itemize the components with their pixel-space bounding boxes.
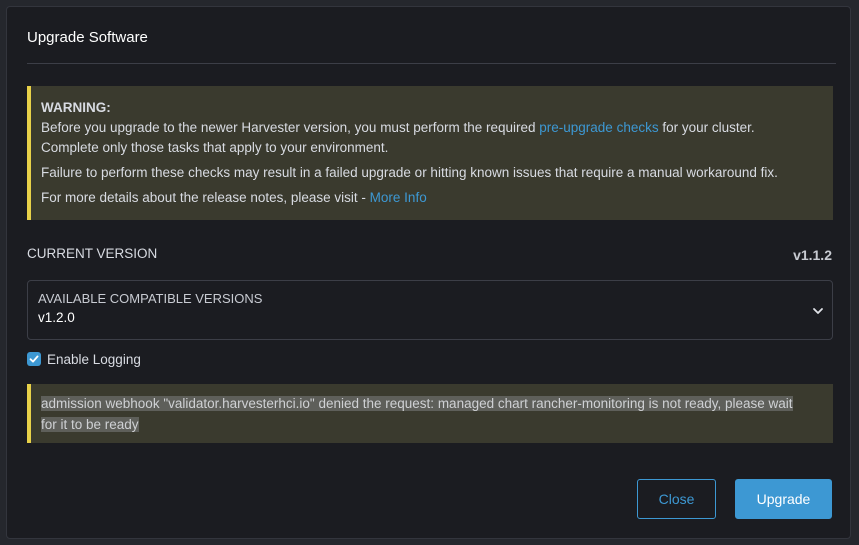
warning-line-3: Failure to perform these checks may resu… [41,165,778,180]
enable-logging-label: Enable Logging [47,351,141,367]
current-version-label: CURRENT VERSION [27,246,158,261]
warning-line-1: Before you upgrade to the newer Harveste… [41,118,823,138]
checkmark-icon [29,355,39,363]
error-banner: admission webhook "validator.harvesterhc… [27,384,833,443]
chevron-down-icon [813,308,823,314]
title-divider [27,63,836,64]
close-button[interactable]: Close [637,479,716,519]
selected-version-value: v1.2.0 [38,310,75,325]
warning-banner: WARNING: Before you upgrade to the newer… [27,86,833,220]
enable-logging-checkbox[interactable] [27,352,41,366]
pre-upgrade-checks-link[interactable]: pre-upgrade checks [539,120,658,135]
current-version-value: v1.1.2 [793,247,832,263]
enable-logging-option[interactable]: Enable Logging [27,350,141,368]
more-info-link[interactable]: More Info [370,190,427,205]
warning-line-4-prefix: For more details about the release notes… [41,190,370,205]
dialog-title: Upgrade Software [27,29,148,46]
available-versions-select[interactable]: AVAILABLE COMPATIBLE VERSIONS v1.2.0 [27,280,833,340]
available-versions-label: AVAILABLE COMPATIBLE VERSIONS [38,291,263,306]
upgrade-software-dialog: Upgrade Software WARNING: Before you upg… [6,6,851,539]
error-message: admission webhook "validator.harvesterhc… [41,396,793,432]
warning-line-2: Complete only those tasks that apply to … [41,140,389,155]
warning-line-1-prefix: Before you upgrade to the newer Harveste… [41,120,540,135]
warning-line-1-suffix: for your cluster. [658,120,755,135]
upgrade-button[interactable]: Upgrade [735,479,832,519]
warning-line-4: For more details about the release notes… [41,188,823,208]
warning-heading: WARNING: [41,100,111,115]
